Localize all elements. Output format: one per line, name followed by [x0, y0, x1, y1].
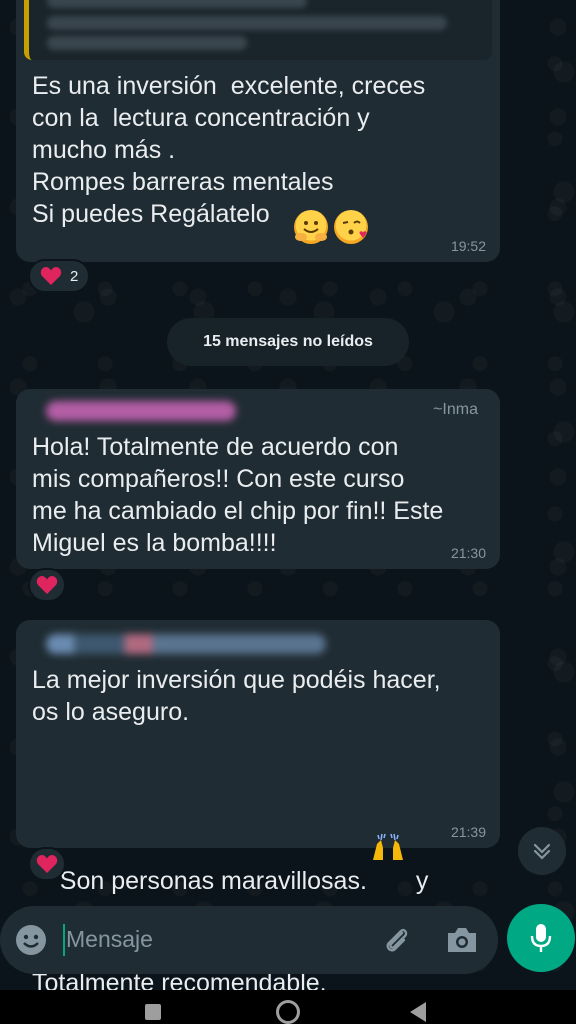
message-input[interactable]: Mensaje: [66, 926, 153, 953]
paperclip-icon[interactable]: [380, 924, 412, 961]
reaction-count: 2: [70, 267, 79, 285]
message-text: Hola! Totalmente de acuerdo con mis comp…: [32, 433, 444, 557]
heart-icon: [40, 266, 62, 286]
message-time: 21:30: [450, 545, 486, 561]
voice-message-button[interactable]: [507, 904, 575, 972]
hugging-face-emoji: [294, 210, 328, 244]
message-time: 19:52: [450, 238, 486, 254]
message-text: Son personas maravillosas. y: [32, 734, 484, 929]
kissing-face-emoji: [334, 210, 368, 244]
reaction-badge[interactable]: 2: [28, 259, 91, 293]
scroll-to-bottom-button[interactable]: [518, 827, 566, 875]
back-button[interactable]: [410, 1002, 426, 1022]
message-text: Es una inversión excelente, creces con l…: [32, 72, 426, 228]
unread-messages-divider: 15 mensajes no leídos: [167, 318, 409, 366]
message-text: La mejor inversión que podéis hacer, os …: [32, 666, 441, 726]
home-button[interactable]: [276, 1000, 300, 1024]
heart-icon: [36, 854, 58, 874]
text-caret: [63, 924, 65, 956]
system-navigation-bar: [0, 990, 576, 1024]
message-bubble[interactable]: Es una inversión excelente, creces con l…: [16, 0, 500, 262]
sender-row: [32, 630, 484, 658]
chevron-double-down-icon: [533, 843, 551, 860]
message-time: 21:39: [450, 824, 486, 840]
message-text-part: y: [408, 867, 429, 895]
microphone-icon: [530, 924, 552, 952]
message-bubble[interactable]: La mejor inversión que podéis hacer, os …: [16, 620, 500, 997]
message-bubble[interactable]: ~Inma Hola! Totalmente de acuerdo con mi…: [16, 389, 500, 569]
emoji-icon[interactable]: [14, 923, 48, 962]
message-text-part: Son personas maravillosas.: [59, 867, 367, 895]
sender-phone-blurred: [46, 401, 236, 421]
sender-row: ~Inma: [32, 397, 484, 425]
raising-hands-emoji: [369, 766, 407, 860]
reaction-badge[interactable]: [28, 568, 66, 602]
heart-icon: [36, 575, 58, 595]
sender-name-blurred: [46, 634, 326, 654]
camera-icon[interactable]: [445, 925, 479, 960]
message-composer[interactable]: Mensaje: [0, 906, 498, 974]
reaction-badge[interactable]: [28, 847, 66, 881]
quoted-message[interactable]: [24, 0, 492, 60]
recents-button[interactable]: [145, 1004, 161, 1020]
sender-push-name: ~Inma: [433, 401, 478, 418]
